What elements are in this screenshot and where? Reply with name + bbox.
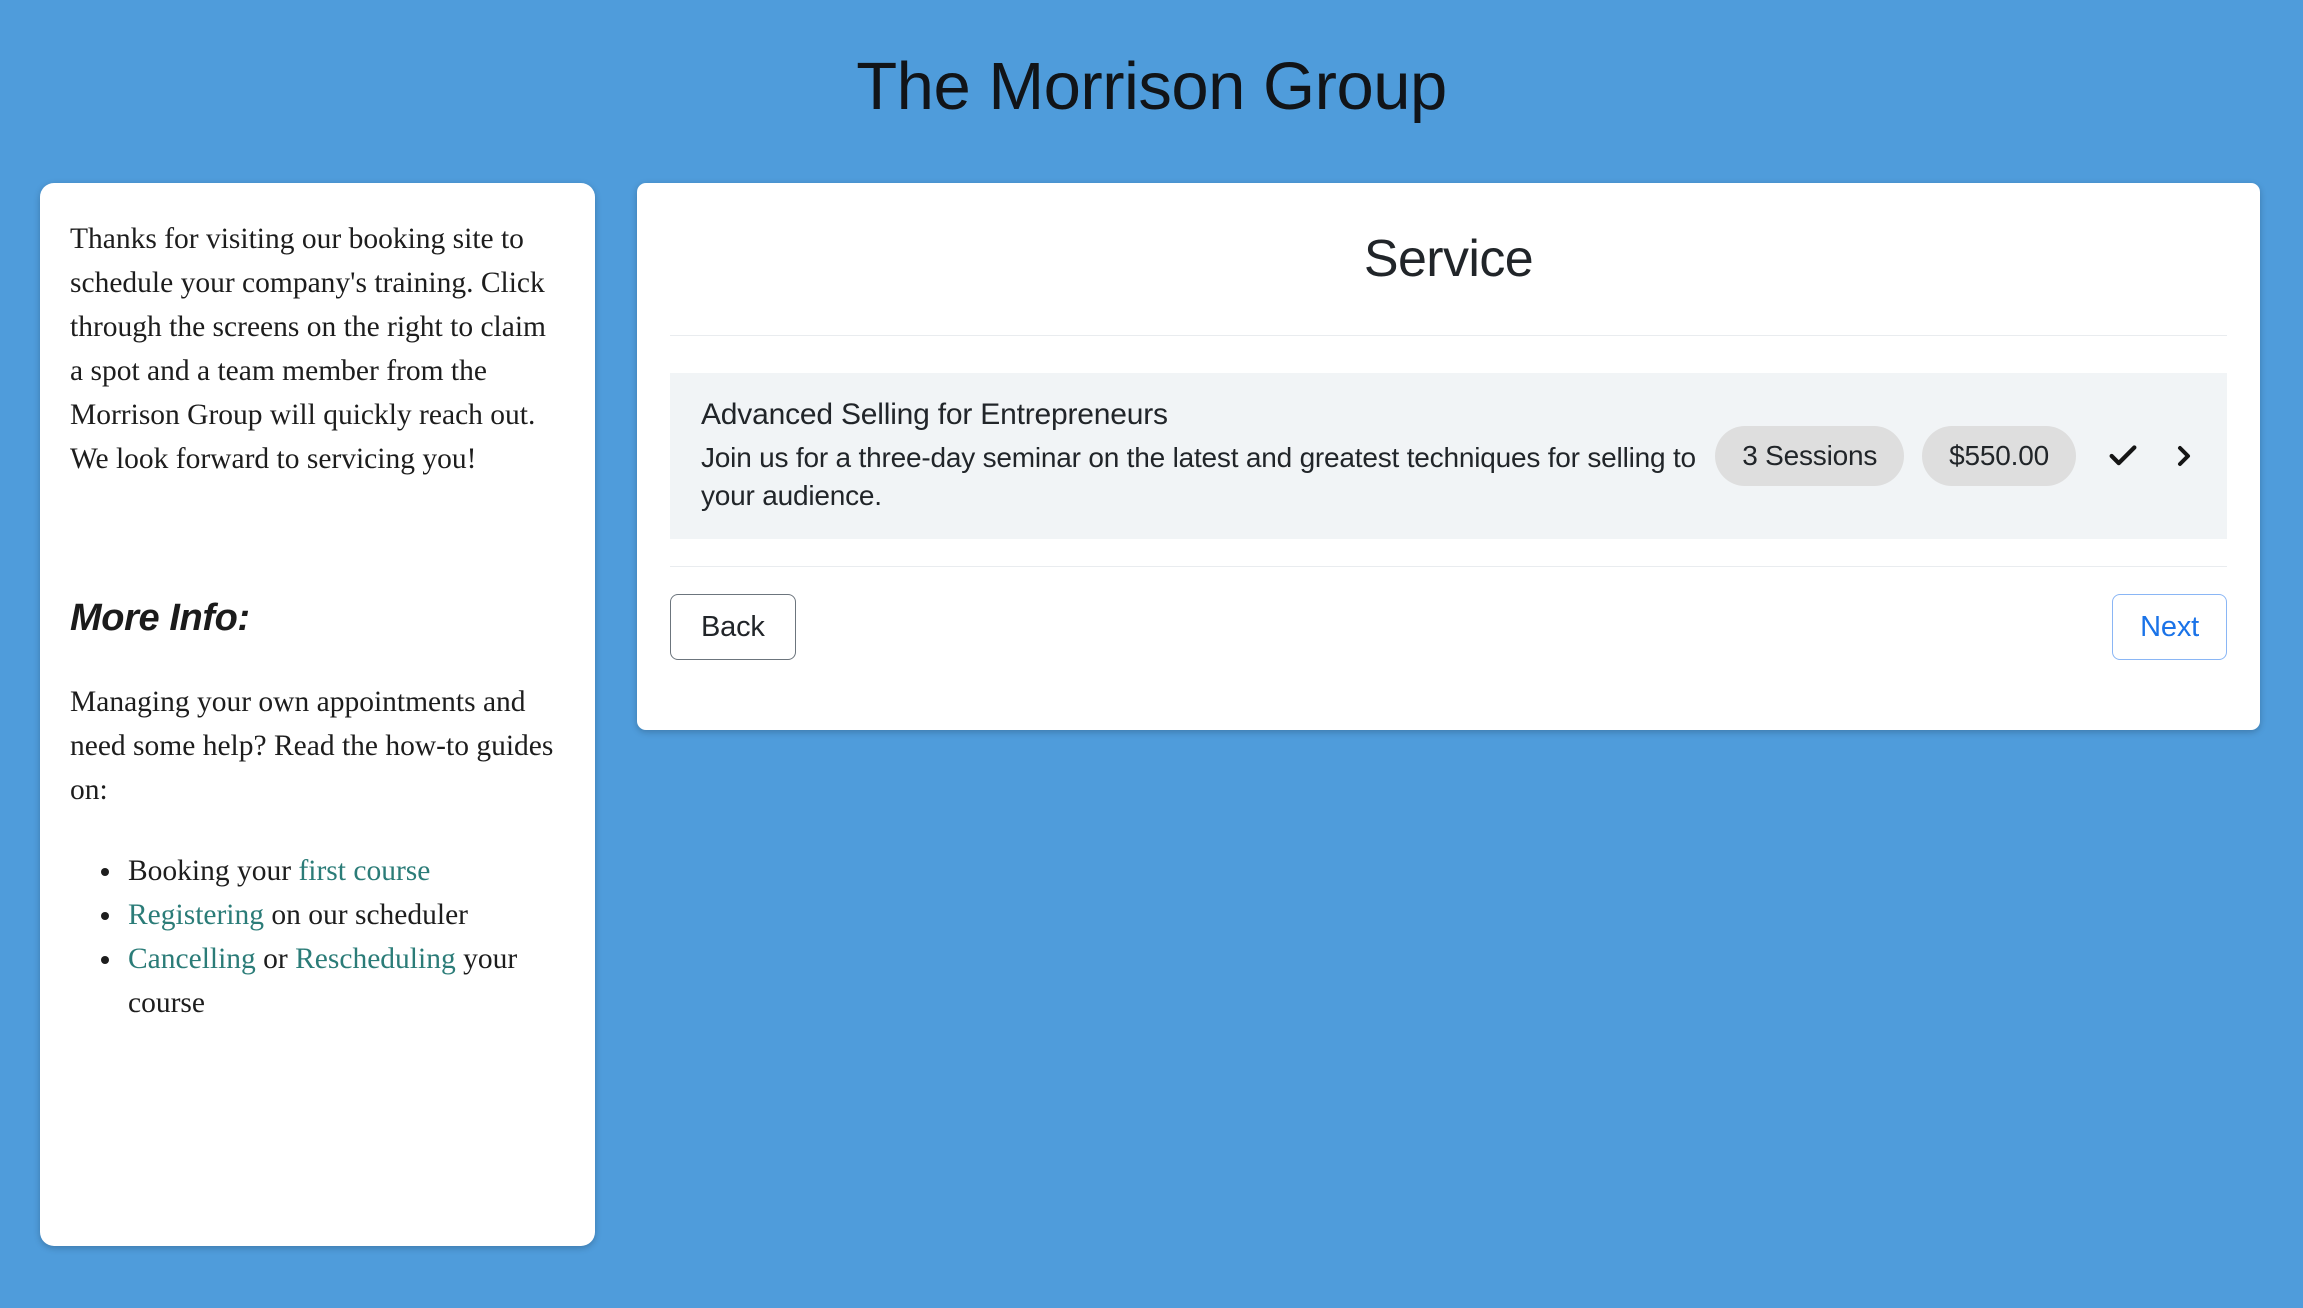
service-name: Advanced Selling for Entrepreneurs	[701, 398, 1168, 432]
list-item-prefix: Booking your	[128, 855, 299, 887]
price-badge: $550.00	[1922, 426, 2076, 487]
link-registering[interactable]: Registering	[128, 899, 264, 931]
list-item-middle: on our scheduler	[264, 899, 468, 931]
booking-step-title: Service	[1363, 230, 1534, 288]
service-option-row[interactable]: Advanced Selling for Entrepreneurs Join …	[670, 373, 2227, 540]
booking-panel: Service Advanced Selling for Entrepreneu…	[637, 183, 2260, 730]
info-intro-text: Thanks for visiting our booking site to …	[70, 223, 546, 475]
site-header: The Morrison Group	[0, 0, 2303, 172]
next-button[interactable]: Next	[2112, 594, 2227, 661]
check-icon[interactable]	[2106, 439, 2140, 473]
list-item-middle: or	[255, 943, 296, 975]
more-info-heading: More Info:	[70, 597, 250, 639]
list-item: Cancelling or Rescheduling your course	[124, 937, 557, 1025]
link-first-course[interactable]: first course	[298, 855, 430, 887]
how-to-guide-list: Booking your first course Registering on…	[70, 849, 557, 1025]
divider-top	[670, 335, 2227, 337]
service-text-block: Advanced Selling for Entrepreneurs Join …	[701, 396, 1715, 516]
sessions-badge: 3 Sessions	[1715, 426, 1905, 487]
link-rescheduling[interactable]: Rescheduling	[295, 943, 456, 975]
link-cancelling[interactable]: Cancelling	[128, 943, 256, 975]
list-item: Registering on our scheduler	[124, 893, 557, 937]
page-title: The Morrison Group	[856, 48, 1447, 124]
list-item: Booking your first course	[124, 849, 557, 893]
chevron-right-icon[interactable]	[2168, 438, 2200, 474]
booking-footer: Back Next	[670, 567, 2227, 661]
service-badges: 3 Sessions $550.00	[1715, 426, 2200, 487]
service-description: Join us for a three-day seminar on the l…	[701, 441, 1696, 512]
back-button[interactable]: Back	[670, 594, 796, 661]
info-panel: Thanks for visiting our booking site to …	[40, 183, 595, 1246]
more-info-subtext: Managing your own appointments and need …	[70, 686, 554, 806]
booking-page: The Morrison Group Thanks for visiting o…	[0, 0, 2303, 1308]
